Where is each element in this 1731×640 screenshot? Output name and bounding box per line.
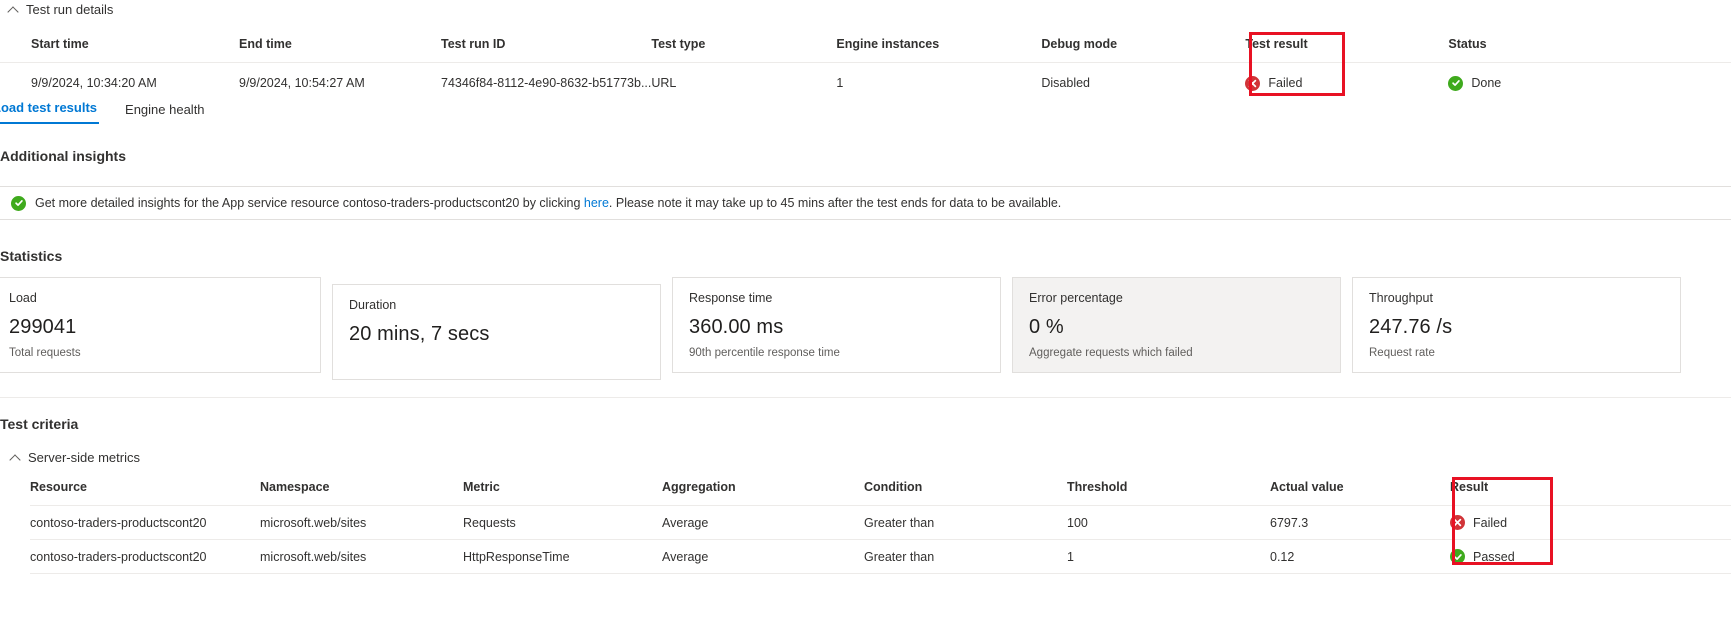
cell-namespace: microsoft.web/sites	[260, 539, 463, 574]
test-criteria-table: Resource Namespace Metric Aggregation Co…	[30, 480, 1731, 574]
cell-status: Done	[1448, 61, 1731, 104]
col-debug-mode: Debug mode	[1041, 36, 1118, 51]
table-row[interactable]: 9/9/2024, 10:34:20 AM 9/9/2024, 10:54:27…	[0, 61, 1731, 104]
stat-sub: 90th percentile response time	[689, 347, 840, 359]
col-namespace: Namespace	[260, 480, 330, 494]
tab-load-test-results[interactable]: Load test results	[0, 100, 100, 124]
cell-threshold: 1	[1067, 539, 1270, 574]
stat-label: Throughput	[1369, 291, 1433, 305]
col-start-time: Start time	[31, 36, 89, 51]
cell-debug-mode: Disabled	[1041, 61, 1246, 104]
insights-here-link[interactable]: here	[584, 196, 609, 210]
tab-engine-health[interactable]: Engine health	[123, 102, 207, 124]
col-actual-value: Actual value	[1270, 480, 1344, 494]
cell-result: Passed	[1450, 539, 1731, 574]
stat-sub: Request rate	[1369, 347, 1435, 359]
cell-condition: Greater than	[864, 505, 1067, 540]
col-engine-instances: Engine instances	[836, 36, 940, 51]
test-run-details-header[interactable]: Test run details	[0, 2, 113, 17]
result-label: Passed	[1473, 549, 1515, 564]
cell-resource: contoso-traders-productscont20	[30, 539, 260, 574]
stat-label: Load	[9, 291, 37, 305]
result-label: Failed	[1473, 515, 1508, 530]
stat-label: Response time	[689, 291, 773, 305]
chevron-up-icon[interactable]	[10, 452, 21, 463]
cell-metric: HttpResponseTime	[463, 539, 662, 574]
table-row[interactable]: contoso-traders-productscont20 microsoft…	[30, 539, 1731, 574]
failed-icon	[1450, 515, 1465, 530]
failed-icon	[1245, 75, 1261, 91]
table-header-row: Resource Namespace Metric Aggregation Co…	[30, 480, 1731, 506]
cell-engine-instances: 1	[836, 61, 1042, 104]
cell-actual-value: 0.12	[1270, 539, 1450, 574]
test-criteria-title: Test criteria	[0, 416, 79, 432]
section-divider	[0, 397, 1731, 398]
cell-condition: Greater than	[864, 539, 1067, 574]
passed-icon	[1450, 549, 1465, 564]
stat-card-response-time[interactable]: Response time 360.00 ms 90th percentile …	[672, 277, 1001, 373]
stat-card-load[interactable]: Load 299041 Total requests	[0, 277, 321, 373]
stat-value: 20 mins, 7 secs	[349, 323, 490, 345]
stat-sub: Total requests	[9, 347, 81, 359]
col-test-run-id: Test run ID	[441, 36, 506, 51]
chevron-up-icon[interactable]	[8, 4, 19, 15]
cell-aggregation: Average	[662, 505, 864, 540]
insights-banner: Get more detailed insights for the App s…	[0, 186, 1731, 220]
additional-insights-title: Additional insights	[0, 148, 126, 164]
col-result: Result	[1450, 480, 1489, 494]
col-status: Status	[1448, 36, 1487, 51]
info-success-icon	[11, 195, 26, 211]
statistics-title: Statistics	[0, 248, 63, 264]
col-end-time: End time	[239, 36, 292, 51]
test-run-details-table: Start time End time Test run ID Test typ…	[0, 32, 1731, 104]
stat-card-throughput[interactable]: Throughput 247.76 /s Request rate	[1352, 277, 1681, 373]
insights-text-after: . Please note it may take up to 45 mins …	[608, 196, 1062, 210]
insights-banner-text: Get more detailed insights for the App s…	[35, 196, 1061, 210]
cell-test-result: Failed	[1245, 61, 1449, 104]
insights-text-before: Get more detailed insights for the App s…	[35, 196, 584, 210]
stat-value: 247.76 /s	[1369, 316, 1453, 338]
col-test-type: Test type	[651, 36, 706, 51]
col-threshold: Threshold	[1067, 480, 1128, 494]
table-header-row: Start time End time Test run ID Test typ…	[0, 32, 1731, 62]
cell-resource: contoso-traders-productscont20	[30, 505, 260, 540]
results-tablist: Load test results Engine health	[0, 100, 207, 125]
load-test-run-page: Test run details Start time End time Tes…	[0, 0, 1731, 640]
col-condition: Condition	[864, 480, 923, 494]
stat-value: 360.00 ms	[689, 316, 784, 338]
stat-label: Error percentage	[1029, 291, 1123, 305]
stat-value: 299041	[9, 316, 77, 338]
cell-aggregation: Average	[662, 539, 864, 574]
table-row[interactable]: contoso-traders-productscont20 microsoft…	[30, 505, 1731, 540]
cell-test-run-id: 74346f84-8112-4e90-8632-b51773b...	[441, 61, 652, 104]
cell-start-time: 9/9/2024, 10:34:20 AM	[0, 61, 239, 104]
server-side-metrics-label: Server-side metrics	[28, 450, 140, 465]
col-test-result: Test result	[1245, 36, 1308, 51]
cell-result: Failed	[1450, 505, 1731, 540]
stat-value: 0 %	[1029, 316, 1064, 338]
cell-threshold: 100	[1067, 505, 1270, 540]
col-aggregation: Aggregation	[662, 480, 736, 494]
stat-card-error-percentage[interactable]: Error percentage 0 % Aggregate requests …	[1012, 277, 1341, 373]
col-resource: Resource	[30, 480, 87, 494]
stat-card-duration[interactable]: Duration 20 mins, 7 secs	[332, 284, 661, 380]
cell-end-time: 9/9/2024, 10:54:27 AM	[239, 61, 441, 104]
cell-actual-value: 6797.3	[1270, 505, 1450, 540]
stat-label: Duration	[349, 298, 397, 312]
statistics-card-row: Load 299041 Total requests Duration 20 m…	[0, 277, 1731, 380]
done-icon	[1448, 75, 1464, 91]
cell-namespace: microsoft.web/sites	[260, 505, 463, 540]
server-side-metrics-header[interactable]: Server-side metrics	[2, 450, 140, 465]
test-run-details-title: Test run details	[26, 2, 114, 17]
stat-sub: Aggregate requests which failed	[1029, 347, 1193, 359]
test-result-label: Failed	[1268, 76, 1303, 90]
col-metric: Metric	[463, 480, 500, 494]
cell-metric: Requests	[463, 505, 662, 540]
status-label: Done	[1471, 76, 1502, 90]
cell-test-type: URL	[651, 61, 837, 104]
